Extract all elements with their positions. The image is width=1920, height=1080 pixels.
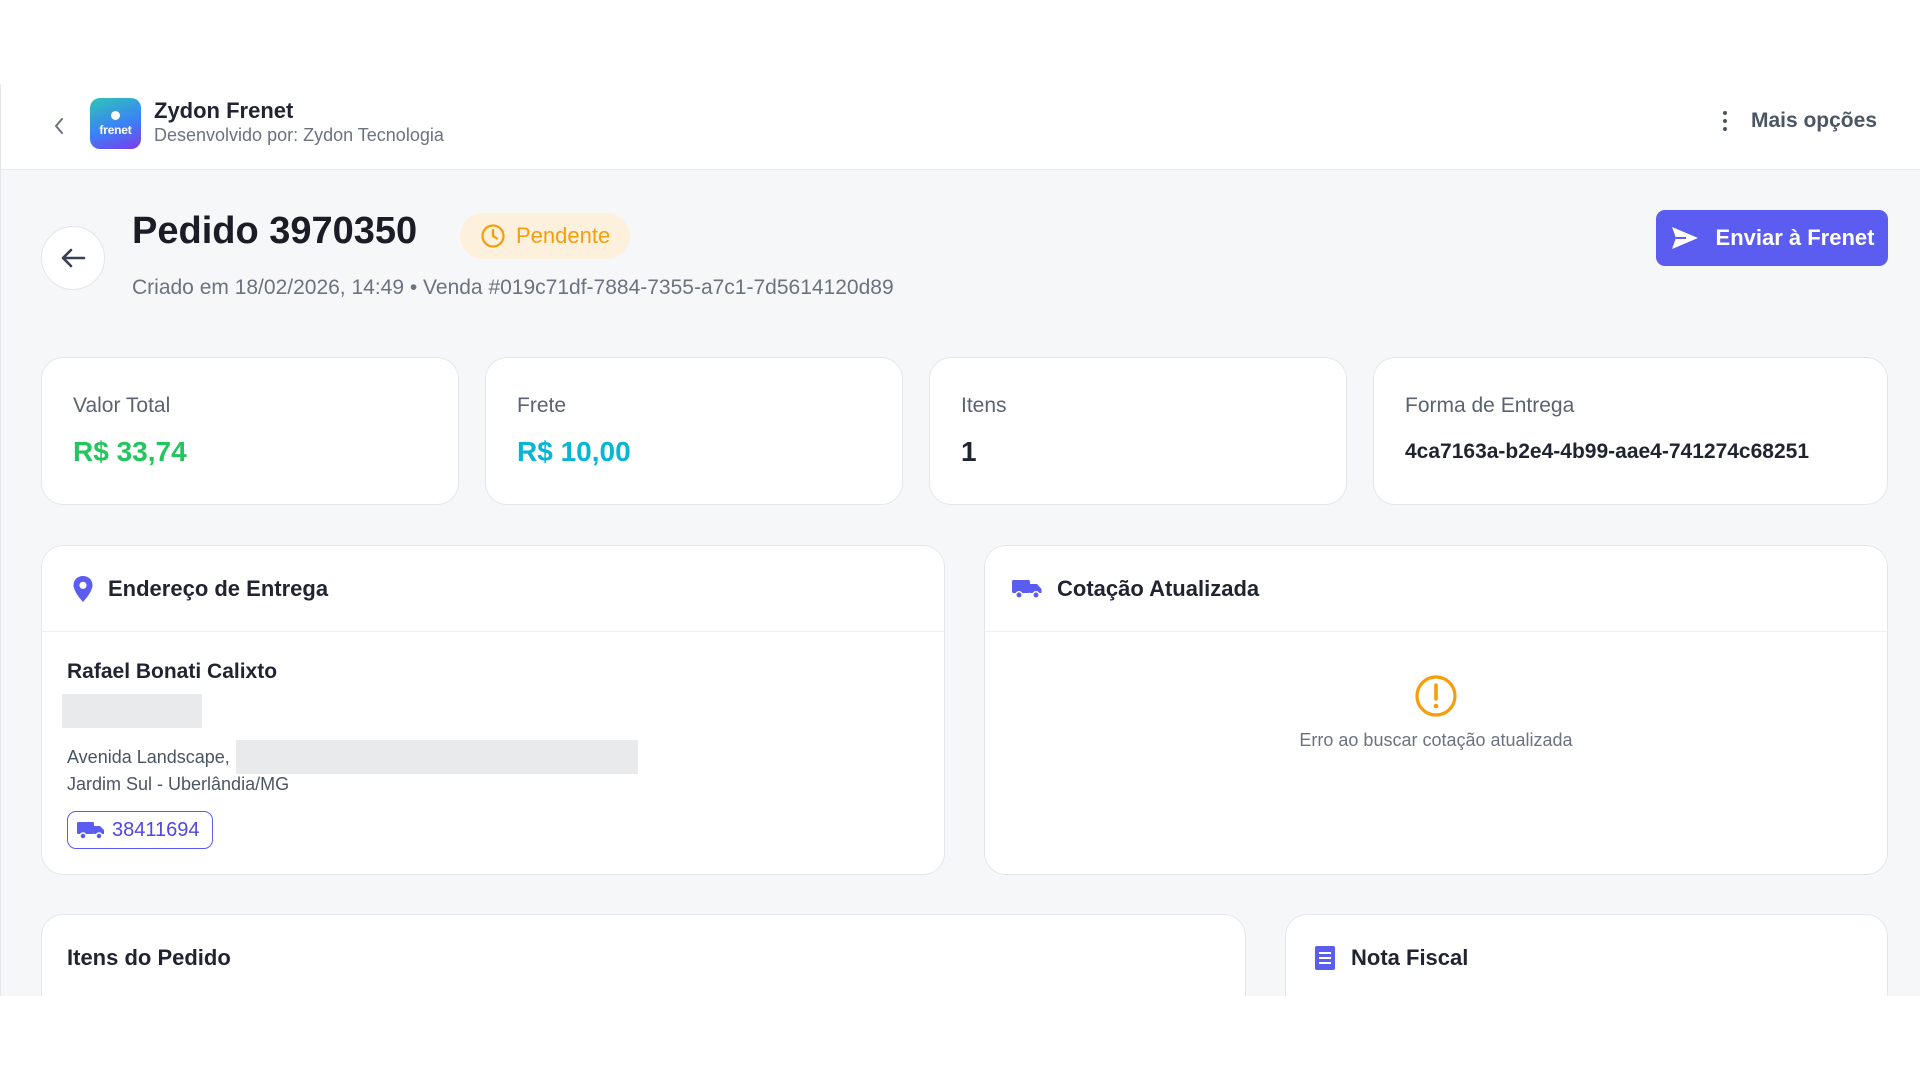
order-detail-content: Pedido 3970350 Pendente Criado em 18/02/… <box>1 170 1920 996</box>
app-logo: frenet <box>90 98 141 149</box>
stat-value-total: R$ 33,74 <box>73 436 187 467</box>
quote-error-state: Erro ao buscar cotação atualizada <box>985 632 1887 872</box>
warning-circle-icon <box>1415 675 1457 717</box>
stat-value-freight: R$ 10,00 <box>517 436 631 467</box>
stat-label: Forma de Entrega <box>1405 394 1575 417</box>
panel-title: Cotação Atualizada <box>1057 575 1260 601</box>
stat-card-delivery-method: Forma de Entrega 4ca7163a-b2e4-4b99-aae4… <box>1373 357 1888 505</box>
page-title: Pedido 3970350 <box>132 210 418 252</box>
truck-icon <box>1012 579 1042 599</box>
recipient-name: Rafael Bonati Calixto <box>67 660 278 683</box>
stat-label: Frete <box>517 394 567 417</box>
delivery-address-panel: Endereço de Entrega Rafael Bonati Calixt… <box>41 545 945 875</box>
panel-title: Nota Fiscal <box>1351 944 1469 970</box>
kebab-menu-icon <box>1721 111 1729 131</box>
invoice-panel: Nota Fiscal <box>1285 914 1888 996</box>
stat-card-freight: Frete R$ 10,00 <box>485 357 903 505</box>
panel-header: Itens do Pedido <box>42 915 1245 996</box>
order-subtitle: Criado em 18/02/2026, 14:49 • Venda #019… <box>132 276 894 299</box>
address-line-1: Avenida Landscape, <box>67 740 638 774</box>
stat-card-items: Itens 1 <box>929 357 1347 505</box>
panel-title: Itens do Pedido <box>67 944 231 970</box>
status-badge: Pendente <box>460 213 631 259</box>
chevron-left-icon[interactable] <box>49 112 69 140</box>
cep-value: 38411694 <box>112 818 200 841</box>
panel-header: Cotação Atualizada <box>985 546 1887 632</box>
truck-icon <box>77 822 104 840</box>
stat-label: Valor Total <box>73 394 171 417</box>
order-items-panel: Itens do Pedido <box>41 914 1246 996</box>
stat-value-delivery-method: 4ca7163a-b2e4-4b99-aae4-741274c68251 <box>1405 440 1810 463</box>
stat-card-total: Valor Total R$ 33,74 <box>41 357 459 505</box>
logo-dot-icon <box>111 110 120 120</box>
updated-quote-panel: Cotação Atualizada Erro ao buscar cotaçã… <box>984 545 1888 875</box>
send-button-label: Enviar à Frenet <box>1715 225 1875 250</box>
app-developer: Desenvolvido por: Zydon Tecnologia <box>154 125 444 145</box>
more-options-label: Mais opções <box>1750 109 1877 132</box>
arrow-left-icon <box>61 248 86 268</box>
panel-header: Endereço de Entrega <box>42 546 944 632</box>
quote-error-message: Erro ao buscar cotação atualizada <box>1299 730 1573 750</box>
more-options-button[interactable]: Mais opções <box>1721 109 1877 133</box>
street-text: Avenida Landscape, <box>67 746 230 767</box>
cep-chip[interactable]: 38411694 <box>67 811 213 849</box>
stat-label: Itens <box>961 394 1007 417</box>
receipt-icon <box>1315 945 1335 970</box>
app-header: frenet Zydon Frenet Desenvolvido por: Zy… <box>1 84 1920 170</box>
back-button[interactable] <box>41 226 105 290</box>
panel-title: Endereço de Entrega <box>108 575 329 601</box>
panel-header: Nota Fiscal <box>1286 915 1887 996</box>
redacted-block <box>235 740 638 774</box>
app-name: Zydon Frenet <box>154 98 294 123</box>
send-to-frenet-button[interactable]: Enviar à Frenet <box>1656 210 1888 266</box>
address-line-2: Jardim Sul - Uberlândia/MG <box>67 774 290 794</box>
redacted-block <box>62 694 202 728</box>
status-label: Pendente <box>516 223 611 248</box>
app-frame: frenet Zydon Frenet Desenvolvido por: Zy… <box>0 84 1920 996</box>
logo-text: frenet <box>99 122 132 137</box>
send-icon <box>1671 227 1698 249</box>
map-pin-icon <box>73 575 93 602</box>
stat-value-items: 1 <box>961 436 977 467</box>
clock-icon <box>481 224 505 248</box>
